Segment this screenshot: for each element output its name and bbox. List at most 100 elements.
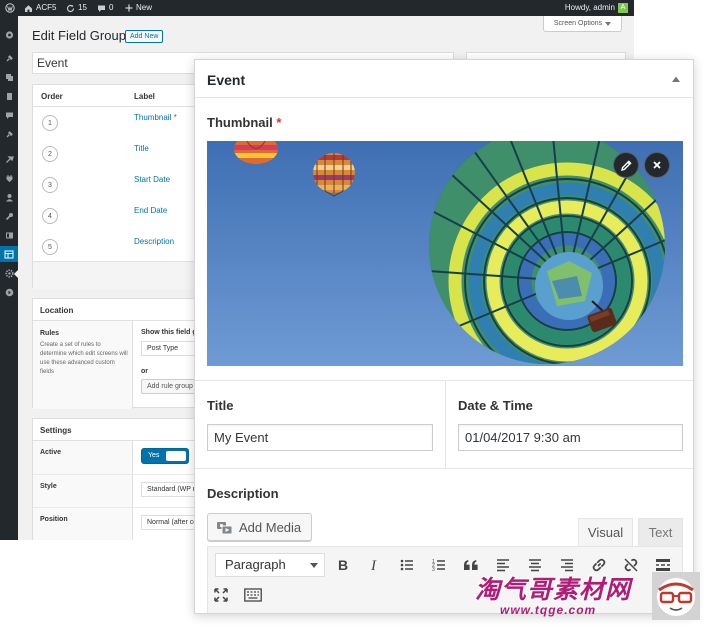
italic-icon[interactable]: I (365, 555, 385, 575)
datetime-label: Date & Time (458, 398, 533, 413)
field-order-number[interactable]: 3 (42, 177, 58, 193)
thumbnail-label: Thumbnail * (207, 115, 281, 130)
admin-bar: ACF5 15 0 New Howdy, admin A (0, 0, 634, 16)
fields-metabox: Order Label 1 Thumbnail * 2 Title 3 Star… (32, 84, 202, 289)
custom-post-pin-icon[interactable] (3, 129, 15, 139)
bullet-list-icon[interactable] (397, 555, 417, 575)
location-heading: Location (33, 299, 201, 321)
table-row[interactable]: 2 Title (33, 138, 201, 169)
active-toggle-label: Yes (148, 452, 160, 459)
bold-icon[interactable]: B (333, 555, 353, 575)
field-label-link[interactable]: Description (134, 237, 174, 246)
location-description-panel: Rules Create a set of rules to determine… (33, 321, 133, 409)
format-select[interactable]: Paragraph (215, 553, 325, 577)
site-name: ACF5 (36, 3, 57, 12)
collapse-arrow-icon[interactable] (671, 74, 681, 84)
account-menu[interactable]: Howdy, admin A (565, 0, 628, 16)
add-media-button[interactable]: Add Media (207, 513, 313, 541)
posts-pin-icon[interactable] (3, 53, 15, 63)
media-camera-icon (217, 521, 233, 534)
users-icon[interactable] (3, 192, 15, 202)
chevron-down-icon (310, 563, 318, 568)
settings-labels-panel: Active Style Position (33, 441, 133, 540)
style-select[interactable]: Standard (WP metabox) (141, 482, 201, 497)
comments-menu-icon[interactable] (3, 110, 15, 120)
field-order-number[interactable]: 5 (42, 239, 58, 255)
fields-table-footer (33, 261, 201, 289)
edit-image-button[interactable] (613, 152, 639, 178)
site-name-link[interactable]: ACF5 (24, 0, 56, 16)
comment-bubble-icon (98, 5, 105, 12)
field-order-number[interactable]: 2 (42, 146, 58, 162)
new-label: New (136, 3, 153, 12)
tools-wrench-icon[interactable] (3, 211, 15, 221)
dashboard-icon[interactable] (3, 29, 15, 39)
field-divider (195, 380, 693, 381)
svg-text:I: I (370, 558, 377, 572)
table-row[interactable]: 3 Start Date (33, 169, 201, 200)
svg-text:3: 3 (432, 567, 435, 572)
page-title: Edit Field Group (32, 28, 126, 43)
updates-count: 15 (78, 3, 87, 12)
hot-air-balloon-photo (207, 141, 683, 366)
field-label-link[interactable]: Thumbnail * (134, 113, 177, 122)
table-row[interactable]: 5 Description (33, 231, 201, 262)
media-icon[interactable] (3, 72, 15, 82)
settings-metabox: Settings Active Style Position Yes Stand… (32, 418, 202, 540)
settings-heading: Settings (33, 419, 201, 441)
thumbnail-image[interactable] (207, 141, 683, 366)
required-marker: * (173, 113, 177, 122)
caret-down-icon (605, 21, 612, 26)
appearance-icon[interactable] (3, 154, 15, 164)
table-row[interactable]: 1 Thumbnail * (33, 107, 201, 138)
wordpress-logo-icon[interactable] (5, 0, 15, 16)
remove-image-button[interactable] (644, 152, 670, 178)
event-fields-panel: Event Thumbnail * Title My Event Date & … (194, 59, 694, 614)
panel-header[interactable]: Event (195, 60, 693, 98)
pages-icon[interactable] (3, 91, 15, 101)
keyboard-icon[interactable] (243, 585, 263, 605)
toggle-knob (166, 451, 186, 461)
format-select-value: Paragraph (225, 557, 286, 572)
thumbnail-label-text: Thumbnail (207, 115, 273, 130)
required-marker: * (276, 115, 282, 130)
screen-options-button[interactable]: Screen Options (543, 16, 622, 32)
title-input[interactable]: My Event (207, 424, 433, 451)
updates-icon (66, 4, 75, 12)
custom-fields-menu-icon[interactable] (0, 246, 18, 262)
howdy-text: Howdy, admin (564, 3, 615, 12)
label-column-header: Label (134, 92, 155, 101)
add-rule-group-button[interactable]: Add rule group (141, 379, 201, 394)
rules-description: Create a set of rules to determine which… (40, 342, 128, 375)
field-order-number[interactable]: 4 (42, 208, 58, 224)
plus-icon (125, 4, 133, 12)
fullscreen-icon[interactable] (211, 585, 231, 605)
field-order-number[interactable]: 1 (42, 115, 58, 131)
position-select[interactable]: Normal (after content) (141, 515, 201, 530)
watermark: 淘气哥素材网 www.tqge.com (470, 568, 710, 628)
active-toggle[interactable]: Yes (141, 448, 189, 464)
tab-visual[interactable]: Visual (578, 518, 633, 546)
rule-param-select[interactable]: Post Type (141, 341, 201, 356)
numbered-list-icon[interactable]: 123 (429, 555, 449, 575)
field-divider (195, 468, 693, 469)
field-label-link[interactable]: End Date (134, 206, 167, 215)
watermark-text: 淘气哥素材网 (475, 576, 632, 604)
comments-link[interactable]: 0 (97, 0, 113, 16)
tab-text[interactable]: Text (638, 518, 683, 546)
plugins-icon[interactable] (3, 173, 15, 183)
collapse-menu-icon[interactable] (3, 287, 15, 297)
gear-icon[interactable] (3, 268, 15, 278)
admin-menu (0, 16, 18, 540)
field-label-link[interactable]: Title (134, 144, 149, 153)
field-label-link[interactable]: Start Date (134, 175, 170, 184)
add-new-button[interactable]: Add New (125, 30, 164, 43)
new-content-link[interactable]: New (125, 0, 152, 16)
settings-panel-icon[interactable] (3, 230, 15, 240)
order-column-header: Order (41, 92, 63, 101)
table-row[interactable]: 4 End Date (33, 200, 201, 231)
or-label: or (141, 368, 148, 375)
position-label: Position (40, 516, 68, 523)
datetime-input[interactable]: 01/04/2017 9:30 am (458, 424, 683, 451)
updates-link[interactable]: 15 (66, 0, 87, 16)
